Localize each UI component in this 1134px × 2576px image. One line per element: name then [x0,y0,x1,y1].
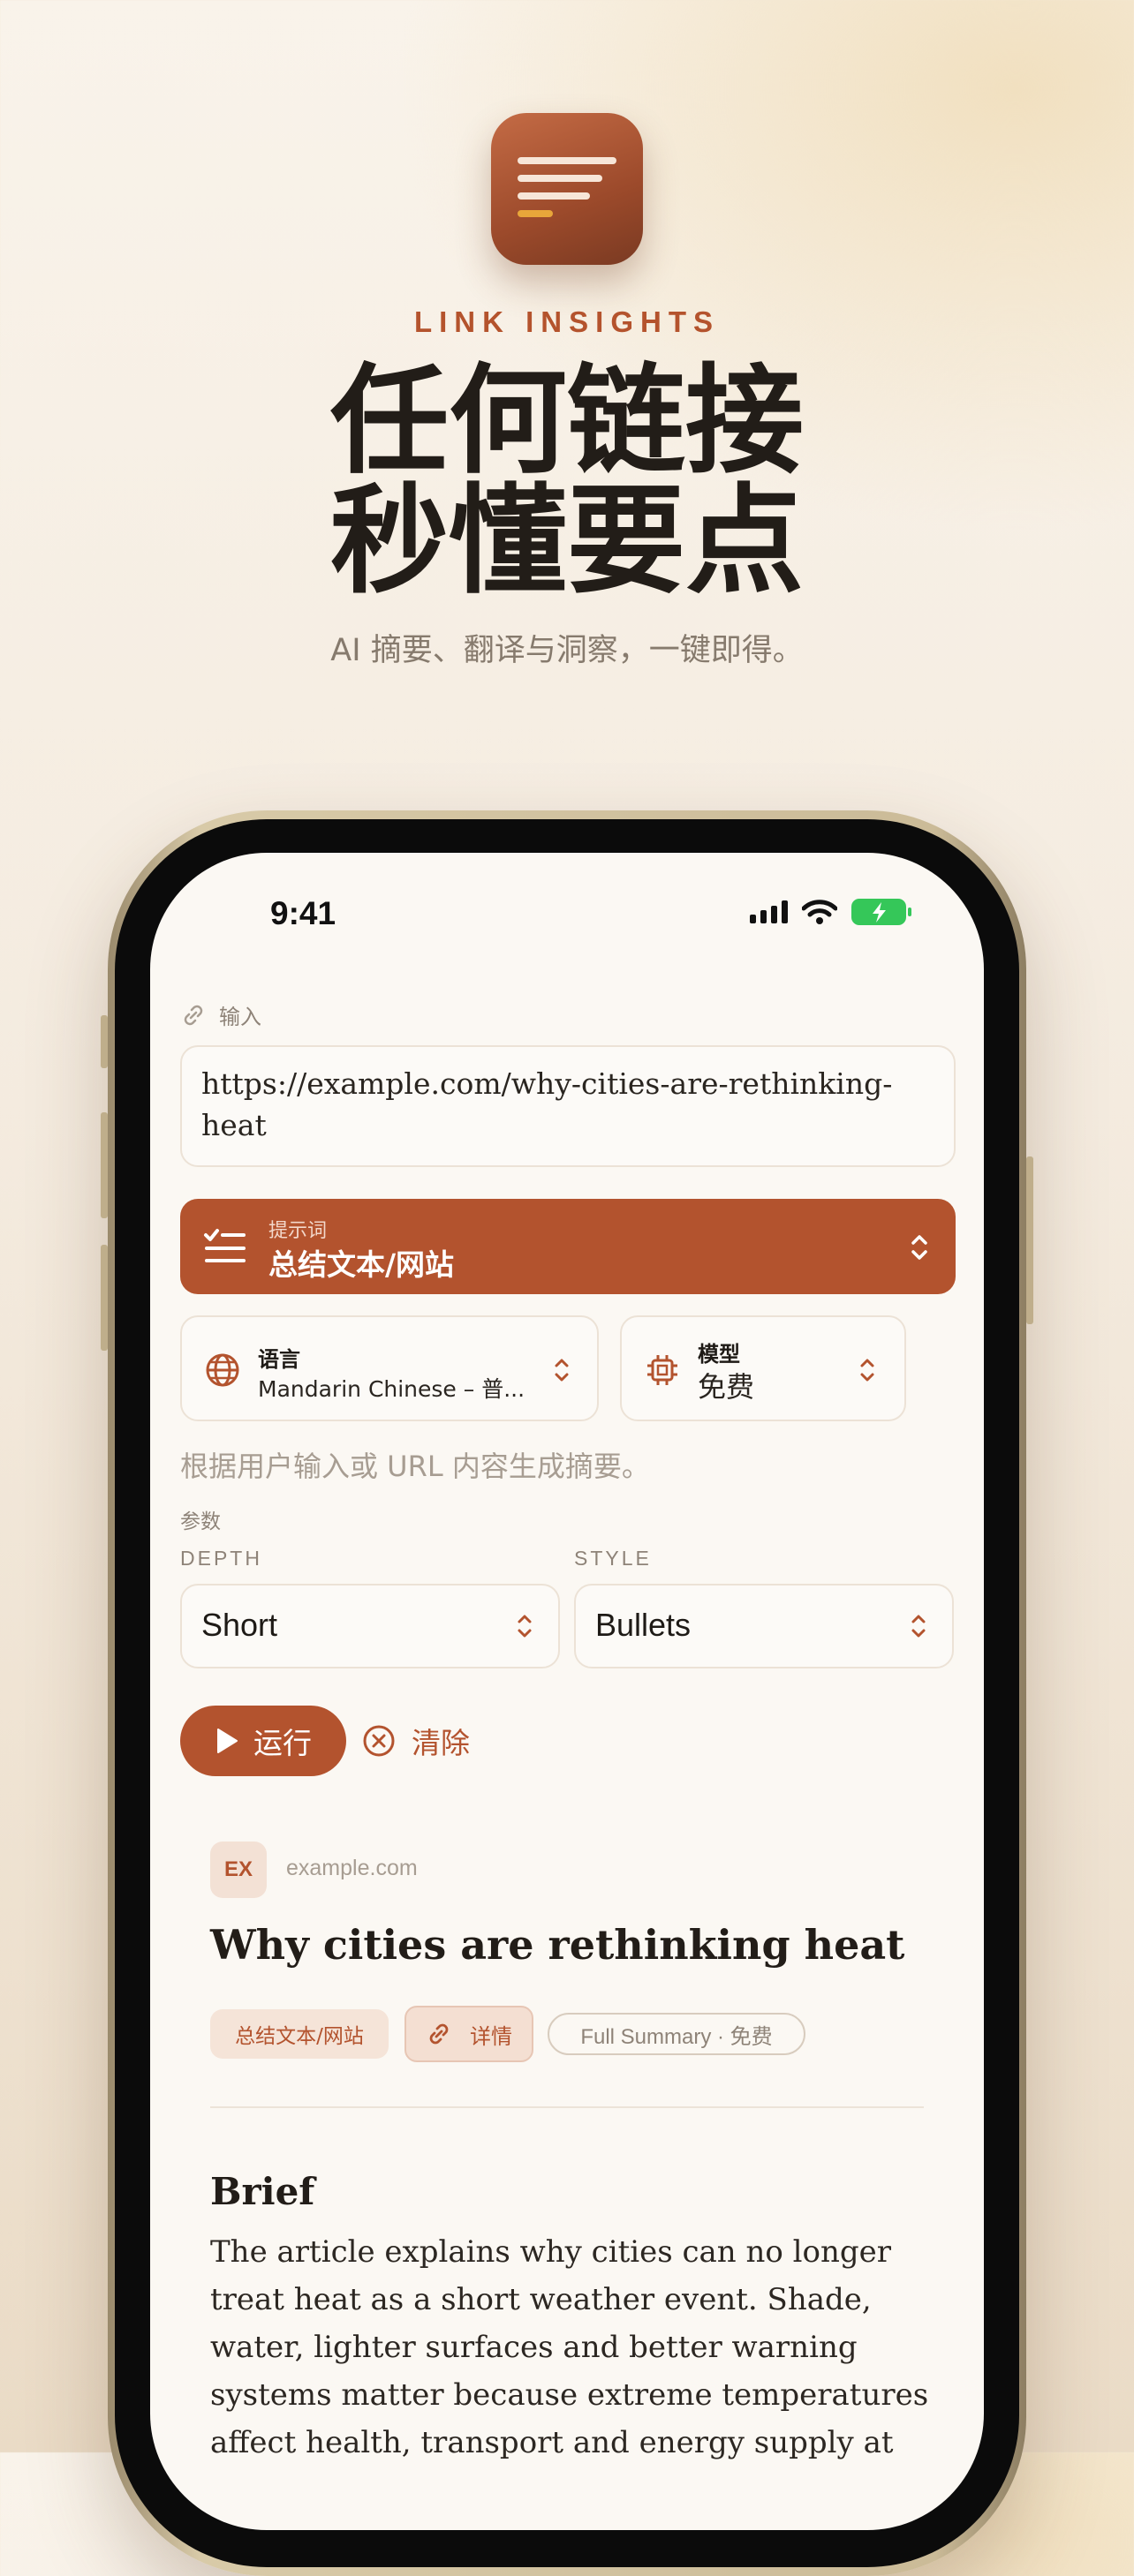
prompt-tag: 总结文本/网站 [210,2009,389,2059]
phone-volume-up [101,1112,108,1218]
input-section-label: 输入 [180,999,261,1030]
input-label-text: 输入 [219,1005,261,1029]
run-label: 运行 [253,1726,312,1760]
chevron-up-down-icon [860,1359,874,1382]
article-title: Why cities are rethinking heat [210,1921,905,1969]
brief-heading: Brief [210,2170,315,2213]
wifi-icon [802,900,837,924]
details-button[interactable]: 详情 [404,2006,533,2062]
chevron-up-down-icon [518,1615,532,1638]
charging-bolt-icon [873,902,886,923]
model-value: 免费 [698,1370,755,1404]
play-icon [217,1729,238,1753]
prompt-small-label: 提示词 [268,1220,328,1242]
chip-icon [647,1355,677,1385]
model-title: 模型 [698,1342,740,1367]
language-selector[interactable]: 语言 Mandarin Chinese – 普... [180,1315,599,1421]
run-button[interactable]: 运行 [180,1706,346,1776]
phone-screen: 9:41 输入 https://example.com/why-cities-a… [150,853,984,2530]
hero-headline: 任何链接 秒懂要点 [0,360,1134,600]
style-label: STYLE [574,1547,652,1570]
url-input[interactable]: https://example.com/why-cities-are-rethi… [180,1045,956,1167]
link-icon [184,1005,203,1025]
app-icon [491,113,643,265]
status-time: 9:41 [270,895,336,931]
language-title: 语言 [258,1347,300,1372]
status-icons [750,899,911,925]
chevron-up-down-icon [911,1615,926,1638]
site-badge: EX [210,1842,267,1898]
chevron-up-down-icon [911,1235,927,1260]
prompt-selector[interactable]: 提示词 总结文本/网站 [180,1199,956,1294]
depth-label: DEPTH [180,1547,262,1570]
battery-icon [851,899,911,925]
cellular-signal-icon [750,900,788,923]
model-selector[interactable]: 模型 免费 [620,1315,906,1421]
headline-line-1: 任何链接 [329,350,804,490]
details-label: 详情 [470,2023,512,2049]
depth-value: Short [201,1607,278,1643]
depth-select[interactable]: Short [180,1584,560,1668]
brand-name: LINK INSIGHTS [413,305,720,338]
checklist-icon [204,1229,246,1262]
clear-label: 清除 [412,1726,470,1760]
prompt-value: 总结文本/网站 [268,1247,455,1282]
chevron-up-down-icon [555,1359,569,1382]
phone-power-button [1026,1156,1033,1324]
params-label: 参数 [180,1510,221,1533]
globe-icon [206,1353,239,1387]
style-select[interactable]: Bullets [574,1584,954,1668]
hero-subtitle: AI 摘要、翻译与洞察，一键即得。 [330,633,804,668]
headline-line-2: 秒懂要点 [329,471,804,610]
divider [210,2106,924,2108]
language-value: Mandarin Chinese – 普... [258,1376,525,1402]
clear-x-circle-icon [363,1725,395,1757]
site-domain: example.com [286,1856,418,1880]
phone-mute-switch [101,1015,108,1068]
meta-tag: Full Summary · 免费 [548,2013,805,2055]
prompt-description: 根据用户输入或 URL 内容生成摘要。 [180,1450,650,1483]
phone-volume-down [101,1245,108,1351]
style-value: Bullets [595,1607,692,1643]
link-icon [429,2023,449,2045]
clear-button[interactable]: 清除 [362,1706,470,1776]
brief-text: The article explains why cities can no l… [210,2234,929,2460]
